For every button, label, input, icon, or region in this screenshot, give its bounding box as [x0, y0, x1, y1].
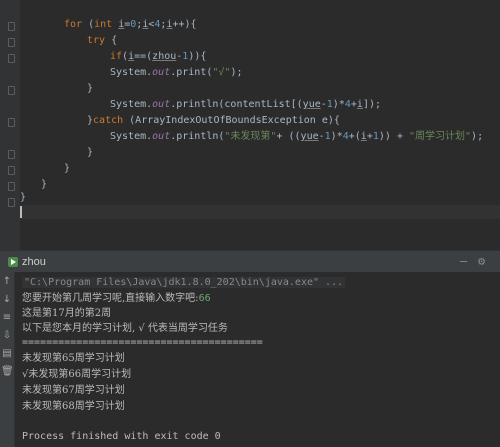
console-plan-line: √未发现第66周学习计划: [22, 369, 132, 380]
run-config-icon: [8, 257, 18, 267]
code-line-close-if[interactable]: }: [87, 83, 93, 95]
fold-marker-icon[interactable]: [8, 22, 15, 31]
console-prompt: 您要开始第几周学习呢,直接输入数字吧:66: [22, 293, 211, 304]
exit-status: Process finished with exit code 0: [22, 431, 221, 442]
current-line-highlight: [20, 205, 500, 219]
code-editor[interactable]: for (int i=0;i<4;i++){ try { if(i==(zhou…: [0, 0, 500, 250]
fold-marker-icon[interactable]: [8, 166, 15, 175]
code-line-close-class[interactable]: }: [20, 192, 26, 204]
text-caret: [20, 206, 22, 218]
console-plan-line: 未发现第68周学习计划: [22, 401, 125, 412]
code-line-try[interactable]: try {: [87, 35, 117, 47]
run-tool-window-header: zhou — ⚙: [0, 250, 500, 272]
code-line-println-missing[interactable]: System.out.println("未发现第"+ ((yue-1)*4+(i…: [110, 131, 483, 143]
fold-marker-icon[interactable]: [8, 118, 15, 127]
code-line-print-check[interactable]: System.out.print("√");: [110, 67, 242, 79]
print-icon[interactable]: ▤: [1, 348, 13, 360]
run-tab[interactable]: zhou: [4, 254, 52, 270]
console-line: 以下是您本月的学习计划, √ 代表当周学习任务: [22, 323, 228, 334]
console-plan-line: 未发现第65周学习计划: [22, 353, 125, 364]
arrow-down-icon[interactable]: ↓: [1, 294, 13, 306]
code-line-println-content[interactable]: System.out.println(contentList[(yue-1)*4…: [110, 99, 381, 111]
fold-marker-icon[interactable]: [8, 198, 15, 207]
fold-marker-icon[interactable]: [8, 54, 15, 63]
fold-marker-icon[interactable]: [8, 38, 15, 47]
code-line-close-method[interactable]: }: [41, 179, 47, 191]
code-line-catch[interactable]: }catch (ArrayIndexOutOfBoundsException e…: [87, 115, 340, 127]
console-plan-line: 未发现第67周学习计划: [22, 385, 125, 396]
fold-marker-icon[interactable]: [8, 86, 15, 95]
clear-all-icon[interactable]: 🗑: [1, 366, 14, 378]
scroll-to-end-icon[interactable]: ⇩: [1, 330, 13, 342]
fold-marker-icon[interactable]: [8, 150, 15, 159]
console-line: 这是第17月的第2周: [22, 308, 112, 319]
arrow-up-icon[interactable]: ↑: [1, 276, 13, 288]
run-console[interactable]: ↑ ↓ ≡ ⇩ ▤ 🗑 "C:\Program Files\Java\jdk1.…: [0, 272, 500, 447]
run-tab-label: zhou: [22, 256, 46, 268]
code-line-close-catch[interactable]: }: [87, 147, 93, 159]
soft-wrap-icon[interactable]: ≡: [1, 312, 13, 324]
console-separator: ========================================: [22, 337, 263, 348]
console-output[interactable]: "C:\Program Files\Java\jdk1.8.0_202\bin\…: [20, 272, 498, 447]
fold-marker-icon[interactable]: [8, 182, 15, 191]
minimize-icon[interactable]: —: [460, 255, 472, 267]
code-line-if[interactable]: if(i==(zhou-1)){: [110, 51, 206, 63]
user-input-value: 66: [198, 293, 211, 304]
editor-gutter: [0, 0, 20, 250]
gear-icon[interactable]: ⚙: [478, 255, 490, 267]
code-line-for[interactable]: for (int i=0;i<4;i++){: [64, 19, 197, 31]
code-line-close-for[interactable]: }: [64, 163, 70, 175]
console-toolbar: ↑ ↓ ≡ ⇩ ▤ 🗑: [0, 272, 15, 447]
command-line: "C:\Program Files\Java\jdk1.8.0_202\bin\…: [22, 277, 346, 288]
